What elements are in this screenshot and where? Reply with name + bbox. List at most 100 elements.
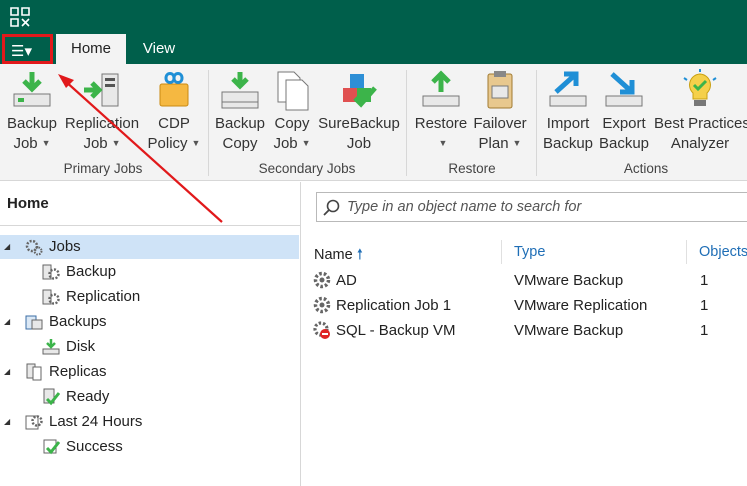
chevron-down-icon: ▼	[191, 138, 201, 148]
surebackup-job-icon	[343, 74, 377, 108]
group-primary-jobs: Primary Jobs	[63, 161, 143, 176]
failover-plan-button[interactable]: Failover Plan ▼	[470, 68, 530, 155]
chevron-down-icon: ▼	[438, 138, 448, 148]
collapse-triangle-icon[interactable]: ◢	[4, 410, 10, 434]
backup-copy-button[interactable]: Backup Copy	[212, 68, 268, 154]
copy-job-button[interactable]: Copy Job ▼	[270, 68, 314, 155]
tree-item-backups[interactable]: ◢ Backups	[0, 310, 299, 334]
hamburger-menu-icon: ☰▾	[11, 43, 32, 60]
best-practices-label-1: Best Practices	[654, 115, 747, 132]
replication-job-label-2: Job	[83, 135, 108, 152]
content-pane: Name🠕 Type Objects AD VMware Backup 1 Re…	[302, 182, 747, 486]
tree-item-ready[interactable]: Ready	[0, 385, 299, 409]
search-icon	[323, 199, 340, 216]
group-secondary-jobs: Secondary Jobs	[258, 161, 356, 176]
cdp-policy-icon	[159, 72, 189, 107]
group-separator	[406, 70, 407, 176]
row-1-type: VMware Backup	[514, 272, 624, 289]
copy-job-label-1: Copy	[274, 115, 310, 132]
column-divider[interactable]	[501, 240, 502, 264]
column-header-type[interactable]: Type	[514, 244, 545, 260]
tree-label-disk: Disk	[66, 338, 96, 355]
tree-item-success[interactable]: Success	[0, 435, 299, 459]
collapse-triangle-icon[interactable]: ◢	[4, 360, 10, 384]
import-backup-icon	[549, 71, 587, 107]
export-backup-button[interactable]: Export Backup	[598, 68, 650, 154]
row-1-name[interactable]: AD	[336, 272, 357, 289]
group-separator	[208, 70, 209, 176]
collapse-triangle-icon[interactable]: ◢	[4, 310, 10, 334]
group-separator	[536, 70, 537, 176]
failover-plan-label-2: Plan	[478, 135, 509, 152]
failover-plan-icon	[487, 71, 513, 109]
backup-job-button[interactable]: Backup Job ▼	[4, 68, 60, 155]
replication-job-button[interactable]: Replication Job ▼	[62, 68, 142, 155]
job-disabled-gear-icon	[313, 321, 330, 339]
gears-icon	[25, 239, 43, 256]
replication-job-label-1: Replication	[64, 115, 140, 132]
tree-label-ready: Ready	[66, 388, 110, 405]
import-backup-button[interactable]: Import Backup	[540, 68, 596, 154]
surebackup-job-button[interactable]: SureBackup Job	[318, 68, 400, 154]
best-practices-analyzer-button[interactable]: Best Practices Analyzer	[654, 68, 747, 154]
backup-copy-label-2: Copy	[222, 135, 258, 152]
group-actions: Actions	[623, 161, 669, 176]
tree-label-backups: Backups	[49, 313, 107, 330]
chevron-down-icon: ▼	[41, 138, 51, 148]
job-gear-icon	[313, 296, 331, 314]
surebackup-job-label-1: SureBackup	[318, 115, 400, 132]
collapse-triangle-icon[interactable]: ◢	[4, 235, 10, 259]
backup-job-gear-icon	[42, 264, 60, 280]
divider	[0, 225, 301, 226]
chevron-down-icon: ▼	[301, 138, 311, 148]
tree-label-success: Success	[66, 438, 123, 455]
tree-label-replicas: Replicas	[49, 363, 107, 380]
restore-button[interactable]: Restore ▼	[410, 68, 472, 155]
cdp-policy-button[interactable]: CDP Policy ▼	[146, 68, 202, 155]
ribbon: Backup Job ▼ Replication Job ▼ CDP Policy ▼…	[0, 64, 747, 181]
copy-job-label-2: Job	[273, 135, 298, 152]
group-restore: Restore	[448, 161, 496, 176]
cdp-policy-label-1: CDP	[158, 115, 190, 132]
tab-home[interactable]: Home	[56, 34, 126, 64]
import-backup-label-1: Import	[546, 115, 590, 132]
column-header-name[interactable]: Name 🠕	[314, 244, 363, 269]
search-input[interactable]	[347, 197, 747, 217]
last-24-hours-icon	[25, 415, 43, 430]
column-header-objects[interactable]: Objects	[699, 244, 747, 260]
tree-item-replication[interactable]: Replication	[0, 285, 299, 309]
title-bar	[0, 0, 747, 34]
ready-check-icon	[43, 388, 60, 406]
navigation-pane: Home ◢ Jobs Backup Replication ◢ Backups…	[0, 182, 301, 486]
lightbulb-check-icon	[683, 69, 717, 106]
row-2-objects: 1	[700, 297, 709, 314]
surebackup-job-label-2: Job	[346, 135, 372, 152]
success-check-icon	[43, 439, 60, 455]
column-divider[interactable]	[686, 240, 687, 264]
best-practices-label-2: Analyzer	[670, 135, 730, 152]
tab-view[interactable]: View	[130, 34, 188, 64]
import-backup-label-2: Backup	[542, 135, 594, 152]
column-header-name-label: Name	[314, 247, 353, 263]
backup-job-label-1: Backup	[6, 115, 58, 132]
tree-item-last-24-hours[interactable]: ◢ Last 24 Hours	[0, 410, 299, 434]
row-2-name[interactable]: Replication Job 1	[336, 297, 451, 314]
tree-label-last-24-hours: Last 24 Hours	[49, 413, 143, 430]
veeam-app-icon	[10, 7, 30, 27]
replicas-icon	[26, 363, 42, 381]
backup-copy-label-1: Backup	[214, 115, 266, 132]
export-backup-label-1: Export	[602, 115, 646, 132]
backups-icon	[25, 315, 43, 330]
export-backup-icon	[605, 72, 643, 107]
search-box[interactable]	[316, 192, 747, 222]
tree-item-jobs[interactable]: ◢ Jobs	[0, 235, 299, 259]
row-3-name[interactable]: SQL - Backup VM	[336, 322, 456, 339]
nav-pane-title: Home	[7, 195, 49, 212]
tree-item-backup[interactable]: Backup	[0, 260, 299, 284]
tree-label-jobs: Jobs	[49, 238, 81, 255]
tree-item-disk[interactable]: Disk	[0, 335, 299, 359]
row-1-objects: 1	[700, 272, 709, 289]
chevron-down-icon: ▼	[512, 138, 522, 148]
main-menu-button[interactable]: ☰▾	[2, 34, 53, 64]
tree-item-replicas[interactable]: ◢ Replicas	[0, 360, 299, 384]
